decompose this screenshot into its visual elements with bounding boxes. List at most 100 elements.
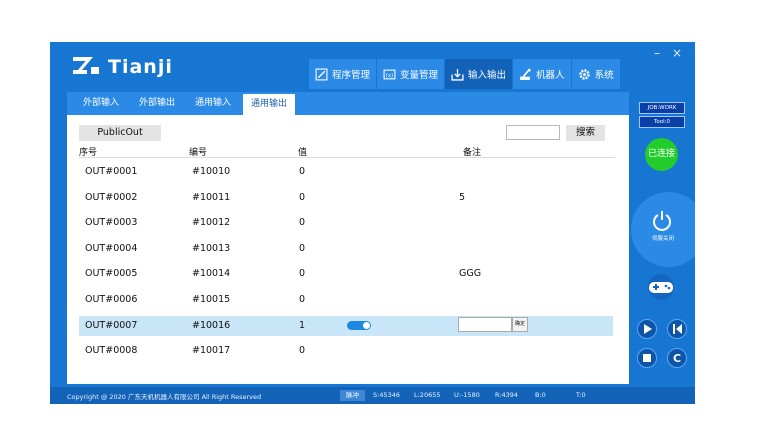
cell-note: 5 <box>459 191 466 203</box>
svg-text:(x): (x) <box>386 73 393 79</box>
cell-id: #10010 <box>192 166 231 177</box>
nav-tab-robot[interactable]: 机器人 <box>513 59 571 89</box>
connection-status-button[interactable]: 已连接 <box>645 138 678 171</box>
cell-note: GGG <box>459 268 482 280</box>
subtab-general-output[interactable]: 通用输出 <box>243 94 296 115</box>
cell-value: 0 <box>299 293 306 305</box>
right-sidebar: JOB:WORK Tool:0 已连接 伺服关闭 C <box>629 42 695 387</box>
main-panel: 外部输入 外部输出 通用输入 通用输出 PublicOut 搜索 序号 编号 值… <box>67 92 629 384</box>
cell-seq: OUT#0008 <box>85 345 138 357</box>
cell-id: #10014 <box>192 268 231 280</box>
confirm-button[interactable]: 确定 <box>512 316 528 332</box>
variable-icon: (x) <box>383 69 396 79</box>
app-window: Tianji 程序管理 (x) 变量管理 输入输出 机器人 系统 – × 外部输… <box>50 42 695 404</box>
cell-seq: OUT#0005 <box>85 268 138 280</box>
search-input[interactable] <box>506 125 560 140</box>
copyright-text: Copyright @ 2020 广东天机机器人有限公司 All Right R… <box>67 393 262 401</box>
subtab-general-input[interactable]: 通用输入 <box>187 92 239 115</box>
table-row[interactable]: OUT#0003 #10012 0 <box>79 213 613 233</box>
axis-l: L:20655 <box>414 391 441 399</box>
sub-tabs: 外部输入 外部输出 通用输入 通用输出 <box>67 92 629 115</box>
table-row[interactable]: OUT#0006 #10015 0 <box>79 290 613 310</box>
header-value: 值 <box>298 148 308 158</box>
cell-value: 0 <box>299 166 306 177</box>
nav-tab-program[interactable]: 程序管理 <box>309 59 377 89</box>
header-seq: 序号 <box>79 148 98 158</box>
job-indicator: JOB:WORK <box>639 102 685 114</box>
play-button[interactable] <box>637 319 657 339</box>
axis-t: T:0 <box>576 391 586 399</box>
table-header: 序号 编号 值 备注 <box>79 145 615 158</box>
cell-value: 0 <box>299 217 306 229</box>
nav-tab-label: 系统 <box>594 70 614 81</box>
cell-value: 0 <box>299 191 306 203</box>
header-id: 编号 <box>189 148 208 158</box>
search-button[interactable]: 搜索 <box>566 125 605 141</box>
power-icon <box>653 211 671 231</box>
robot-icon <box>520 68 531 80</box>
cell-value: 1 <box>299 319 306 331</box>
step-back-button[interactable] <box>667 319 687 339</box>
nav-tab-label: 输入输出 <box>468 70 507 81</box>
cell-id: #10017 <box>192 345 231 357</box>
io-content: PublicOut 搜索 序号 编号 值 备注 OUT#0001 #10010 … <box>79 125 615 380</box>
table-row[interactable]: OUT#0008 #10017 0 <box>79 341 613 361</box>
cell-id: #10016 <box>192 319 231 331</box>
cell-id: #10011 <box>192 191 231 203</box>
axis-s: S:45346 <box>373 391 400 399</box>
axis-b: B:0 <box>535 391 546 399</box>
table-row[interactable]: OUT#0004 #10013 0 <box>79 239 613 259</box>
value-toggle-switch[interactable] <box>347 320 371 330</box>
header-note: 备注 <box>463 148 482 158</box>
servo-status-label: 伺服关闭 <box>651 236 674 242</box>
tianji-logo-icon <box>73 57 99 74</box>
cell-seq: OUT#0007 <box>85 319 138 331</box>
table-row[interactable]: OUT#0005 #10014 0 GGG <box>79 264 613 284</box>
cell-id: #10013 <box>192 242 231 254</box>
play-icon <box>644 324 652 334</box>
skip-back-icon <box>673 324 682 334</box>
table-body: OUT#0001 #10010 0 OUT#0002 #10011 0 5 OU… <box>79 162 615 367</box>
clear-c-icon: C <box>673 352 681 365</box>
section-title: PublicOut <box>79 125 161 141</box>
stop-icon <box>643 354 651 362</box>
nav-tab-variables[interactable]: (x) 变量管理 <box>377 59 445 89</box>
edit-icon <box>315 68 328 80</box>
top-navigation: 程序管理 (x) 变量管理 输入输出 机器人 系统 <box>309 59 621 89</box>
stop-button[interactable] <box>637 348 657 368</box>
nav-tab-label: 机器人 <box>536 70 565 81</box>
cell-seq: OUT#0001 <box>85 166 138 177</box>
cell-seq: OUT#0004 <box>85 242 138 254</box>
servo-power-button[interactable] <box>631 192 695 267</box>
cell-seq: OUT#0003 <box>85 217 138 229</box>
cell-value: 0 <box>299 268 306 280</box>
cell-value: 0 <box>299 345 306 357</box>
cell-seq: OUT#0006 <box>85 293 138 305</box>
note-input[interactable] <box>458 316 512 332</box>
axis-u: U:-1580 <box>454 391 480 399</box>
cell-seq: OUT#0002 <box>85 191 138 203</box>
table-row[interactable]: OUT#0002 #10011 0 5 <box>79 188 613 208</box>
gear-icon <box>578 68 590 80</box>
brand-name: Tianji <box>108 56 173 78</box>
axis-r: R:4394 <box>495 391 519 399</box>
table-row[interactable]: OUT#0001 #10010 0 <box>79 162 613 182</box>
tool-indicator: Tool:0 <box>639 116 685 128</box>
nav-tab-system[interactable]: 系统 <box>571 59 620 89</box>
subtab-external-output[interactable]: 外部输出 <box>131 92 183 115</box>
gamepad-icon[interactable] <box>643 274 679 300</box>
cell-value: 0 <box>299 242 306 254</box>
cell-id: #10012 <box>192 217 231 229</box>
clear-button[interactable]: C <box>667 348 687 368</box>
svg-text:C: C <box>673 352 681 365</box>
status-bar: Copyright @ 2020 广东天机机器人有限公司 All Right R… <box>50 387 695 404</box>
mode-indicator: 脉冲 <box>340 390 365 401</box>
nav-tab-io[interactable]: 输入输出 <box>445 59 513 89</box>
cell-id: #10015 <box>192 293 231 305</box>
nav-tab-label: 变量管理 <box>400 70 439 81</box>
brand-logo: Tianji <box>72 56 173 78</box>
io-icon <box>451 68 464 81</box>
nav-tab-label: 程序管理 <box>332 70 371 81</box>
subtab-external-input[interactable]: 外部输入 <box>75 92 127 115</box>
table-row-selected[interactable]: OUT#0007 #10016 1 确定 <box>79 315 613 336</box>
